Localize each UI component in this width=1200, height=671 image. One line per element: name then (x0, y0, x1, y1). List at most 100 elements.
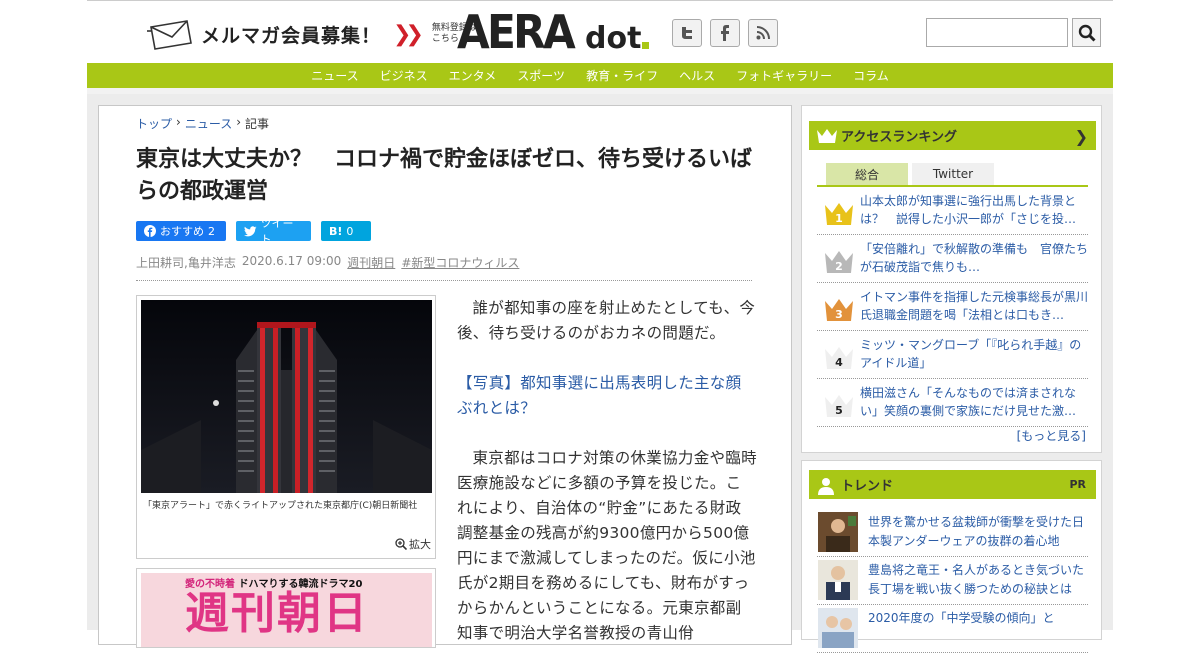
article-source-link[interactable]: 週刊朝日 (347, 254, 395, 271)
nav-business[interactable]: ビジネス (380, 67, 428, 84)
social-links (672, 19, 778, 47)
breadcrumb: トップ › ニュース › 記事 (136, 115, 269, 132)
article-photo[interactable] (141, 300, 432, 493)
trend-item-title: 豊島将之竜王・名人があるとき気づいた長丁場を戦い抜く勝つための秘訣とは (868, 563, 1085, 596)
trend-thumbnail (818, 512, 858, 552)
logo-aera: AERA (457, 5, 576, 59)
facebook-recommend-count: 2 (208, 224, 215, 238)
trend-thumbnail (818, 560, 858, 600)
ranking-item-title: 横田滋さん「そんなものでは済まされない」笑顔の裏側で家族にだけ見せた激… (860, 386, 1077, 418)
trend-title: トレンド (841, 479, 894, 494)
article-byline: 上田耕司,亀井洋志 2020.6.17 09:00 週刊朝日 #新型コロナウィル… (136, 254, 519, 271)
zoom-label: 拡大 (409, 538, 431, 551)
nav-column[interactable]: コラム (853, 67, 889, 84)
facebook-icon (144, 225, 156, 237)
nav-sports[interactable]: スポーツ (517, 67, 565, 84)
facebook-recommend-label: おすすめ (160, 225, 204, 238)
ranking-header[interactable]: アクセスランキング ❯ (809, 121, 1096, 150)
facebook-recommend-button[interactable]: おすすめ 2 (136, 221, 226, 241)
chevron-right-icon: › (176, 115, 181, 129)
mailmag-label: メルマガ会員募集！ (201, 24, 382, 47)
hatena-label: B! (329, 224, 343, 238)
double-chevron-icon: ❯❯ (393, 21, 424, 47)
search-button[interactable] (1072, 18, 1101, 47)
article-photo-box: 「東京アラート」で赤くライトアップされた東京都庁(C)朝日新聞社 拡大 (136, 295, 436, 559)
divider (136, 280, 752, 281)
trend-item-title: 2020年度の「中学受験の傾向」と (868, 611, 1055, 625)
search-input[interactable] (926, 18, 1068, 47)
nav-photo-gallery[interactable]: フォトギャラリー (736, 67, 832, 84)
facebook-icon[interactable] (710, 19, 740, 47)
article-body: 誰が都知事の座を射止めたとしても、今後、待ち受けるのがおカネの問題だ。 【写真】… (457, 296, 757, 671)
share-buttons: おすすめ 2 ツイート B! 0 (136, 217, 371, 246)
article-panel: トップ › ニュース › 記事 東京は大丈夫か？ コロナ禍で貯金ほぼゼロ、待ち受… (98, 105, 792, 648)
article-paragraph: 誰が都知事の座を射止めたとしても、今後、待ち受けるのがおカネの問題だ。 (457, 299, 756, 342)
tweet-button[interactable]: ツイート (236, 217, 311, 246)
article-tag-link[interactable]: #新型コロナウィルス (401, 254, 519, 271)
magazine-title: 週刊朝日 (185, 588, 369, 639)
nav-news[interactable]: ニュース (311, 67, 358, 84)
svg-text:3: 3 (835, 308, 843, 321)
ranking-tabs: 総合 Twitter (826, 163, 994, 185)
trend-item-title: 世界を驚かせる盆栽師が衝撃を受けた日本製アンダーウェアの抜群の着心地 (868, 515, 1085, 548)
free-line2: こちら (431, 34, 459, 44)
nav-education-life[interactable]: 教育・ライフ (586, 67, 658, 84)
svg-text:4: 4 (835, 356, 843, 369)
magazine-cover-box[interactable]: 愛の不時着 ドハマりする韓流ドラマ20 週刊朝日 (136, 568, 436, 648)
access-ranking-widget: アクセスランキング ❯ 総合 Twitter 1 山本太郎が知事選に強行出馬した… (801, 105, 1102, 453)
rank-3-crown-icon: 3 (825, 299, 853, 321)
rank-1-crown-icon: 1 (825, 203, 853, 225)
svg-text:1: 1 (835, 212, 843, 225)
breadcrumb-section[interactable]: ニュース (185, 115, 232, 132)
ranking-item[interactable]: 2 「安倍離れ」で秋解散の準備も 官僚たちが石破茂詣で焦りも… (817, 235, 1088, 283)
logo-dot: dot (585, 21, 642, 56)
photo-gallery-link[interactable]: 【写真】都知事選に出馬表明した主な顔ぶれとは？ (457, 371, 757, 421)
crown-icon (817, 129, 837, 143)
trend-item[interactable]: 世界を驚かせる盆栽師が衝撃を受けた日本製アンダーウェアの抜群の着心地 (817, 509, 1088, 557)
magazine-cover: 愛の不時着 ドハマりする韓流ドラマ20 週刊朝日 (141, 573, 432, 647)
trend-widget: トレンド PR 世界を驚かせる盆栽師が衝撃を受けた日本製アンダーウェアの抜群の着… (801, 460, 1102, 653)
trend-item[interactable]: 豊島将之竜王・名人があるとき気づいた長丁場を戦い抜く勝つための秘訣とは (817, 557, 1088, 605)
envelope-icon (147, 20, 192, 50)
nav-health[interactable]: ヘルス (679, 67, 715, 84)
tab-overall[interactable]: 総合 (826, 163, 908, 185)
site-logo[interactable]: AERA dot (457, 5, 650, 59)
ranking-item[interactable]: 1 山本太郎が知事選に強行出馬した背景とは？ 説得した小沢一郎が「さじを投… (817, 187, 1088, 235)
ranking-item-title: 「安倍離れ」で秋解散の準備も 官僚たちが石破茂詣で焦りも… (860, 242, 1089, 274)
ranking-item[interactable]: 5 横田滋さん「そんなものでは済まされない」笑顔の裏側で家族にだけ見せた激… (817, 379, 1088, 427)
article-authors: 上田耕司,亀井洋志 (136, 256, 236, 270)
site-header: メルマガ会員募集！ ❯❯ 無料登録は こちら AERA dot (87, 0, 1113, 63)
tab-twitter[interactable]: Twitter (912, 163, 994, 185)
trend-item[interactable]: 2020年度の「中学受験の傾向」と (817, 605, 1088, 653)
global-nav: ニュース ビジネス エンタメ スポーツ 教育・ライフ ヘルス フォトギャラリー … (87, 63, 1113, 88)
zoom-button[interactable]: 拡大 (395, 536, 431, 552)
hatena-bookmark-button[interactable]: B! 0 (321, 221, 371, 241)
hatena-count: 0 (346, 224, 354, 238)
logo-dot-mark (642, 42, 650, 49)
nav-entame[interactable]: エンタメ (449, 67, 497, 84)
twitter-bird-icon (244, 225, 257, 236)
breadcrumb-home[interactable]: トップ (136, 115, 172, 132)
search-icon (1078, 24, 1096, 42)
ranking-item[interactable]: 3 イトマン事件を指揮した元検事総長が黒川氏退職金問題を喝「法相とは口もき… (817, 283, 1088, 331)
ranking-item[interactable]: 4 ミッツ・マングローブ「『叱られ手越』のアイドル道」 (817, 331, 1088, 379)
ranking-title: アクセスランキング (841, 130, 957, 145)
breadcrumb-current: 記事 (245, 117, 270, 131)
trend-thumbnail (818, 608, 858, 648)
chevron-right-icon: ❯ (1074, 127, 1088, 146)
article-paragraph: 東京都はコロナ対策の休業協力金や臨時医療施設などに多額の予算を投じた。これにより… (457, 449, 757, 642)
mailmag-banner[interactable]: メルマガ会員募集！ ❯❯ 無料登録は こちら (147, 17, 477, 51)
ranking-item-title: イトマン事件を指揮した元検事総長が黒川氏退職金問題を喝「法相とは口もき… (860, 290, 1089, 322)
photo-caption: 「東京アラート」で赤くライトアップされた東京都庁(C)朝日新聞社 (143, 501, 418, 511)
trend-header: トレンド PR (809, 470, 1096, 499)
twitter-icon[interactable] (672, 19, 702, 47)
article-date: 2020.6.17 09:00 (241, 254, 342, 268)
ranking-item-title: 山本太郎が知事選に強行出馬した背景とは？ 説得した小沢一郎が「さじを投… (860, 194, 1077, 226)
svg-text:2: 2 (835, 260, 843, 273)
pr-badge: PR (1069, 478, 1086, 491)
chevron-right-icon: › (236, 115, 242, 129)
rss-icon[interactable] (748, 19, 778, 47)
rank-5-crown-icon: 5 (825, 395, 853, 417)
ranking-more-link[interactable]: [もっと見る] (1017, 427, 1086, 444)
zoom-in-icon (395, 538, 407, 550)
